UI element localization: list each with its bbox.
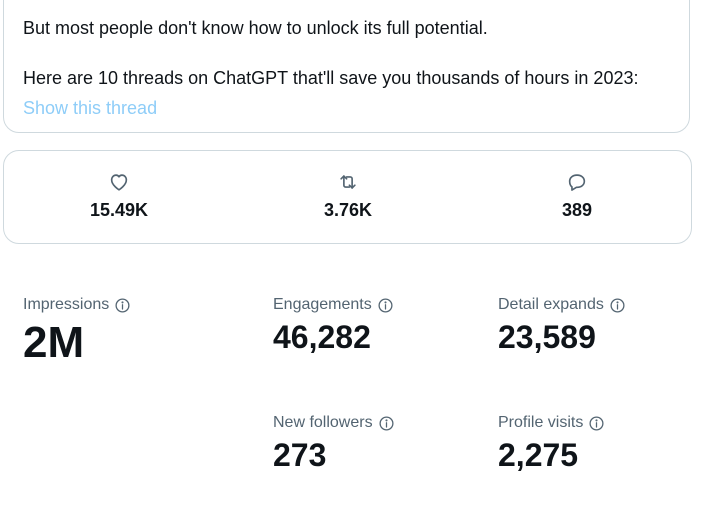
likes-stat[interactable]: 15.49K	[59, 171, 179, 221]
detail-expands-label-row: Detail expands	[498, 295, 626, 315]
replies-count: 389	[561, 200, 593, 220]
engagements-value: 46,282	[273, 319, 371, 355]
reply-icon	[566, 171, 588, 193]
show-thread-link[interactable]: Show this thread	[23, 97, 157, 119]
impressions-label: Impressions	[23, 296, 110, 313]
detail-expands-label: Detail expands	[498, 296, 604, 313]
profile-visits-metric: Profile visits 2,275	[498, 413, 605, 473]
tweet-text-line-1: But most people don't know how to unlock…	[23, 18, 488, 38]
new-followers-metric: New followers 273	[273, 413, 395, 473]
engagement-summary: 15.49K 3.76K 389	[3, 150, 692, 244]
detail-expands-metric: Detail expands 23,589	[498, 295, 626, 355]
profile-visits-value: 2,275	[498, 437, 579, 473]
detail-expands-value: 23,589	[498, 319, 596, 355]
impressions-metric: Impressions 2M	[23, 295, 131, 367]
heart-icon	[108, 171, 130, 193]
info-icon[interactable]	[114, 297, 131, 314]
tweet-text-line-2: Here are 10 threads on ChatGPT that'll s…	[23, 68, 639, 88]
impressions-value: 2M	[23, 318, 85, 367]
engagements-metric: Engagements 46,282	[273, 295, 394, 355]
info-icon[interactable]	[377, 297, 394, 314]
replies-stat[interactable]: 389	[517, 171, 637, 221]
likes-count: 15.49K	[89, 200, 149, 220]
impressions-label-row: Impressions	[23, 295, 131, 315]
new-followers-label-row: New followers	[273, 413, 395, 433]
new-followers-value: 273	[273, 437, 327, 473]
retweets-stat[interactable]: 3.76K	[288, 171, 408, 221]
info-icon[interactable]	[609, 297, 626, 314]
info-icon[interactable]	[588, 415, 605, 432]
retweets-count: 3.76K	[323, 200, 373, 220]
engagements-label-row: Engagements	[273, 295, 394, 315]
retweet-icon	[337, 171, 359, 193]
profile-visits-label-row: Profile visits	[498, 413, 605, 433]
new-followers-label: New followers	[273, 414, 373, 431]
engagements-label: Engagements	[273, 296, 372, 313]
tweet-card: But most people don't know how to unlock…	[3, 0, 690, 133]
profile-visits-label: Profile visits	[498, 414, 584, 431]
info-icon[interactable]	[378, 415, 395, 432]
